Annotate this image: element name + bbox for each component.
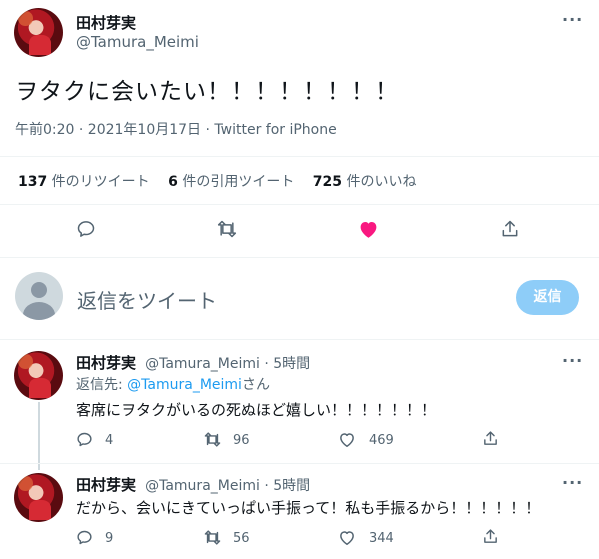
like-count: 344 <box>369 531 394 546</box>
reply-meta[interactable]: @Tamura_Meimi · 5時間 <box>145 356 310 372</box>
reply-author-avatar[interactable] <box>14 473 63 522</box>
quotes-stat[interactable]: 6 件の引用ツイート <box>168 174 294 190</box>
like-count: 469 <box>369 433 394 448</box>
reply-count: 9 <box>105 531 114 546</box>
tweet-stats: 137 件のリツイート 6 件の引用ツイート 725 件のいいね <box>18 171 416 191</box>
reply-icon[interactable] <box>76 431 93 448</box>
author-name[interactable]: 田村芽実 <box>76 12 136 33</box>
more-options-icon[interactable]: ··· <box>562 473 583 492</box>
reply-count: 4 <box>105 433 114 448</box>
tweet-timestamp[interactable]: 午前0:20 · 2021年10月17日 · <box>15 122 214 138</box>
reply-compose-input[interactable]: 返信をツイート <box>77 285 217 314</box>
tweet-text: ヲタクに会いたい！！！！！！！！ <box>15 79 399 105</box>
divider <box>0 204 599 205</box>
reply-header: 田村芽実 @Tamura_Meimi · 5時間 <box>76 352 310 373</box>
reply-header: 田村芽実 @Tamura_Meimi · 5時間 <box>76 474 310 495</box>
like-icon[interactable] <box>338 529 356 546</box>
retweet-count: 56 <box>233 531 250 546</box>
share-icon[interactable] <box>500 219 520 239</box>
author-handle[interactable]: @Tamura_Meimi <box>76 33 199 51</box>
retweet-icon[interactable] <box>216 219 238 239</box>
reply-author-avatar[interactable] <box>14 351 63 400</box>
replying-to: 返信先: @Tamura_Meimiさん <box>76 377 270 393</box>
reply-icon[interactable] <box>76 219 96 239</box>
reply-meta[interactable]: @Tamura_Meimi · 5時間 <box>145 478 310 494</box>
divider <box>0 463 599 464</box>
current-user-avatar[interactable] <box>15 272 63 320</box>
retweet-count: 96 <box>233 433 250 448</box>
more-options-icon[interactable]: ··· <box>562 351 583 370</box>
divider <box>0 339 599 340</box>
retweet-icon[interactable] <box>203 431 222 448</box>
more-options-icon[interactable]: ··· <box>562 10 583 29</box>
divider <box>0 257 599 258</box>
thread-line <box>38 402 40 470</box>
retweets-stat[interactable]: 137 件のリツイート <box>18 174 150 190</box>
like-icon-filled[interactable] <box>358 219 379 239</box>
reply-icon[interactable] <box>76 529 93 546</box>
tweet-timestamp-row: 午前0:20 · 2021年10月17日 · Twitter for iPhon… <box>15 119 337 139</box>
reply-text: 客席にヲタクがいるの死ぬほど嬉しい！！！！！！！ <box>76 401 437 419</box>
replying-to-handle[interactable]: @Tamura_Meimi <box>127 377 242 393</box>
reply-text: だから、会いにきていっぱい手振って！私も手振るから！！！！！！ <box>76 499 541 517</box>
share-icon[interactable] <box>482 430 499 447</box>
likes-stat[interactable]: 725 件のいいね <box>313 174 417 190</box>
reply-submit-button[interactable]: 返信 <box>516 280 579 315</box>
reply-author-name[interactable]: 田村芽実 <box>76 354 136 372</box>
retweet-icon[interactable] <box>203 529 222 546</box>
divider <box>0 156 599 157</box>
author-avatar[interactable] <box>14 8 63 57</box>
tweet-source[interactable]: Twitter for iPhone <box>214 122 336 138</box>
reply-author-name[interactable]: 田村芽実 <box>76 476 136 494</box>
like-icon[interactable] <box>338 431 356 448</box>
share-icon[interactable] <box>482 528 499 545</box>
